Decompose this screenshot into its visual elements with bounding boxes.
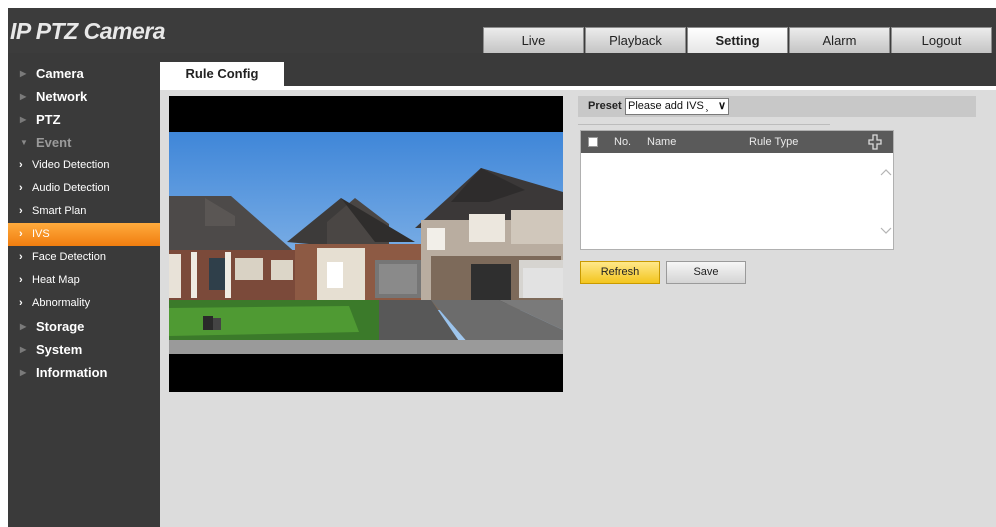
content-tab-bar: Rule Config <box>160 53 996 86</box>
preset-select-value: Please add IVS ̧ <box>628 100 707 112</box>
preset-bar: Preset Please add IVS ̧ ∨ <box>578 96 976 117</box>
sidebar-item-label: Network <box>36 89 88 104</box>
tab-live[interactable]: Live <box>483 27 584 53</box>
tab-alarm[interactable]: Alarm <box>789 27 890 53</box>
top-nav-tabs: Live Playback Setting Alarm Logout <box>483 27 993 53</box>
sidebar-item-event[interactable]: ▼ Event <box>8 131 160 154</box>
sidebar-item-label: Abnormality <box>32 297 91 309</box>
scroll-up-icon[interactable] <box>879 165 893 179</box>
column-header-no: No. <box>614 136 632 148</box>
sidebar-item-smart-plan[interactable]: › Smart Plan <box>8 200 160 223</box>
sidebar-item-abnormality[interactable]: › Abnormality <box>8 292 160 315</box>
sidebar-item-label: Heat Map <box>32 274 80 286</box>
triangle-right-icon: ▶ <box>20 69 27 78</box>
chevron-right-icon: › <box>19 274 23 286</box>
refresh-button[interactable]: Refresh <box>580 261 660 284</box>
rule-table: No. Name Rule Type <box>580 130 894 250</box>
triangle-right-icon: ▶ <box>20 92 27 101</box>
preset-label: Preset <box>588 100 622 112</box>
save-button[interactable]: Save <box>666 261 746 284</box>
chevron-right-icon: › <box>19 228 23 240</box>
sidebar-menu: ▶ Camera ▶ Network ▶ PTZ ▼ Event › Video… <box>8 53 160 527</box>
chevron-right-icon: › <box>19 251 23 263</box>
divider <box>160 86 996 90</box>
camera-image <box>169 132 563 354</box>
sidebar-item-audio-detection[interactable]: › Audio Detection <box>8 177 160 200</box>
app-title: IP PTZ Camera <box>10 18 165 44</box>
sidebar-item-label: System <box>36 342 83 357</box>
sidebar-item-storage[interactable]: ▶ Storage <box>8 315 160 338</box>
sidebar-item-system[interactable]: ▶ System <box>8 338 160 361</box>
sidebar-item-camera[interactable]: ▶ Camera <box>8 62 160 85</box>
header-bar: IP PTZ Camera Live Playback Setting Alar… <box>8 8 996 53</box>
rule-table-body <box>581 153 893 249</box>
tab-setting[interactable]: Setting <box>687 27 788 53</box>
column-header-name: Name <box>647 136 677 148</box>
sidebar-item-label: Video Detection <box>32 159 110 171</box>
add-rule-icon[interactable] <box>867 133 883 151</box>
sidebar-item-ptz[interactable]: ▶ PTZ <box>8 108 160 131</box>
sidebar-item-label: Storage <box>36 319 85 334</box>
content-area: Rule Config Preset Please add IVS ̧ ∨ No… <box>160 53 996 527</box>
sidebar-item-label: PTZ <box>36 112 61 127</box>
select-all-checkbox[interactable] <box>588 137 598 147</box>
sidebar-item-ivs[interactable]: › IVS <box>8 223 160 246</box>
triangle-right-icon: ▶ <box>20 368 27 377</box>
triangle-right-icon: ▶ <box>20 115 27 124</box>
sidebar-item-label: Face Detection <box>32 251 106 263</box>
chevron-right-icon: › <box>19 182 23 194</box>
video-preview[interactable] <box>169 96 563 392</box>
sidebar-item-label: Smart Plan <box>32 205 87 217</box>
sidebar-item-heat-map[interactable]: › Heat Map <box>8 269 160 292</box>
chevron-right-icon: › <box>19 205 23 217</box>
divider <box>578 124 830 125</box>
column-header-rule-type: Rule Type <box>749 136 799 148</box>
sidebar-item-network[interactable]: ▶ Network <box>8 85 160 108</box>
chevron-right-icon: › <box>19 159 23 171</box>
sidebar-item-information[interactable]: ▶ Information <box>8 361 160 384</box>
chevron-right-icon: › <box>19 297 23 309</box>
sidebar-item-label: Event <box>36 135 72 150</box>
tab-playback[interactable]: Playback <box>585 27 686 53</box>
sidebar-item-label: IVS <box>32 228 50 240</box>
scroll-down-icon[interactable] <box>879 223 893 237</box>
triangle-right-icon: ▶ <box>20 322 27 331</box>
sidebar-item-face-detection[interactable]: › Face Detection <box>8 246 160 269</box>
preset-select[interactable]: Please add IVS ̧ ∨ <box>625 98 729 115</box>
triangle-down-icon: ▼ <box>20 138 28 147</box>
sidebar-item-label: Information <box>36 365 108 380</box>
triangle-right-icon: ▶ <box>20 345 27 354</box>
sidebar-item-label: Camera <box>36 66 84 81</box>
sidebar-item-label: Audio Detection <box>32 182 110 194</box>
chevron-down-icon: ∨ <box>717 100 726 112</box>
sidebar-item-video-detection[interactable]: › Video Detection <box>8 154 160 177</box>
tab-rule-config[interactable]: Rule Config <box>160 62 284 86</box>
tab-logout[interactable]: Logout <box>891 27 992 53</box>
rule-table-header: No. Name Rule Type <box>581 131 893 153</box>
